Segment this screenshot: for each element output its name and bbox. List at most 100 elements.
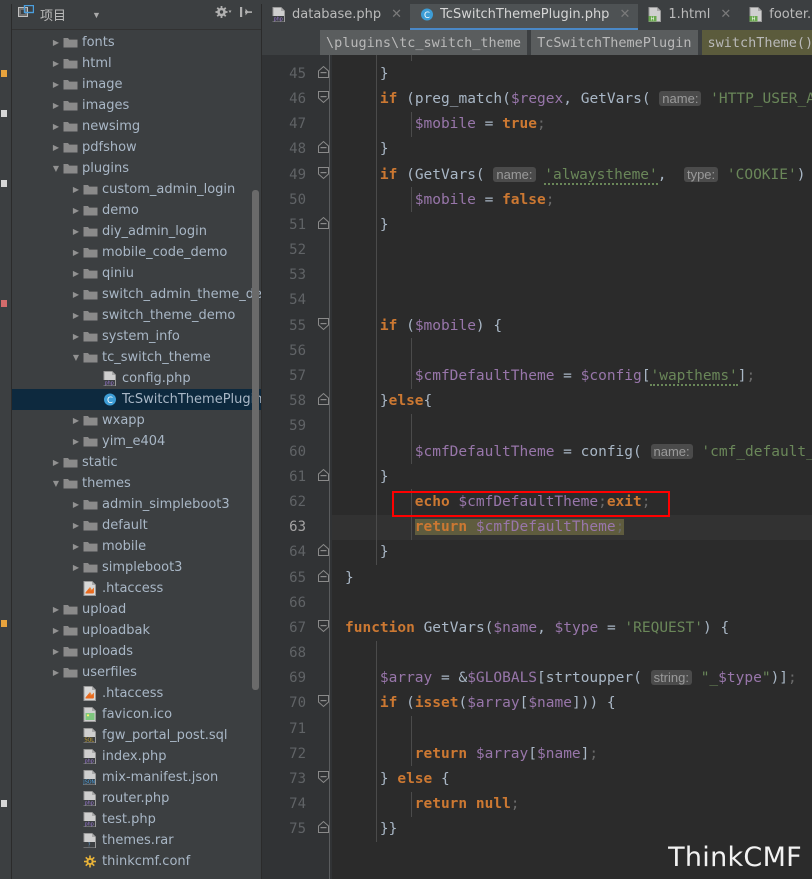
chevron-right-icon[interactable]: ▶	[70, 290, 82, 299]
code-line[interactable]: 53	[262, 262, 812, 288]
tree-item-default[interactable]: ▶ default	[12, 515, 261, 536]
code-line[interactable]: 61}	[262, 464, 812, 490]
tree-item-admin-simpleboot3[interactable]: ▶ admin_simpleboot3	[12, 494, 261, 515]
fold-marker[interactable]	[314, 313, 332, 338]
fold-marker[interactable]	[314, 61, 332, 86]
tree-item-tcswitchthemeplugin-ph[interactable]: C TcSwitchThemePlugin.ph	[12, 389, 261, 410]
code-line[interactable]: 69 $array = &$GLOBALS[strtoupper( string:…	[262, 665, 812, 691]
editor-tabbar[interactable]: php database.php ✕ C TcSwitchThemePlugin.php…	[262, 0, 812, 30]
fold-marker[interactable]	[314, 389, 332, 414]
project-panel-scrollbar[interactable]	[252, 190, 259, 690]
tree-item-static[interactable]: ▶ static	[12, 452, 261, 473]
chevron-right-icon[interactable]: ▶	[70, 542, 82, 551]
tree-item-index-php[interactable]: php index.php	[12, 746, 261, 767]
code-line[interactable]: 68	[262, 640, 812, 666]
tree-item-tc-switch-theme[interactable]: ▼ tc_switch_theme	[12, 347, 261, 368]
tree-item-test-php[interactable]: php test.php	[12, 809, 261, 830]
breadcrumb-item[interactable]: switchTheme()	[701, 30, 812, 55]
code-line[interactable]: 57 $cmfDefaultTheme = $config['wapthems']…	[262, 363, 812, 389]
chevron-down-icon[interactable]: ▼	[70, 353, 82, 362]
tree-item-mobile[interactable]: ▶ mobile	[12, 536, 261, 557]
tree-item-diy-admin-login[interactable]: ▶ diy_admin_login	[12, 221, 261, 242]
tree-item-switch-admin-theme-demo[interactable]: ▶ switch_admin_theme_demo	[12, 284, 261, 305]
chevron-right-icon[interactable]: ▶	[70, 521, 82, 530]
code-line[interactable]: 66	[262, 590, 812, 615]
code-line[interactable]: 62 echo $cmfDefaultTheme;exit;	[262, 489, 812, 515]
tree-item-themes-rar[interactable]: ? themes.rar	[12, 830, 261, 851]
chevron-right-icon[interactable]: ▶	[70, 206, 82, 215]
collapse-all-icon[interactable]	[239, 5, 253, 24]
code-line[interactable]: 54	[262, 287, 812, 314]
fold-marker[interactable]	[314, 565, 332, 590]
code-line[interactable]: 59	[262, 413, 812, 439]
chevron-down-icon[interactable]: ▼	[92, 10, 101, 20]
tree-item-html[interactable]: ▶ html	[12, 53, 261, 74]
tree-item-wxapp[interactable]: ▶ wxapp	[12, 410, 261, 431]
chevron-right-icon[interactable]: ▶	[50, 605, 62, 614]
tree-item-router-php[interactable]: php router.php	[12, 788, 261, 809]
tree-item-uploads[interactable]: ▶ uploads	[12, 641, 261, 662]
code-line[interactable]: 64}	[262, 539, 812, 565]
error-marker-strip[interactable]	[0, 0, 12, 879]
chevron-right-icon[interactable]: ▶	[50, 626, 62, 635]
chevron-right-icon[interactable]: ▶	[50, 647, 62, 656]
code-line[interactable]: 73} else {	[262, 766, 812, 792]
tree-item-uploadbak[interactable]: ▶ uploadbak	[12, 620, 261, 641]
chevron-right-icon[interactable]: ▶	[50, 458, 62, 467]
tree-item-qiniu[interactable]: ▶ qiniu	[12, 263, 261, 284]
tree-item-demo[interactable]: ▶ demo	[12, 200, 261, 221]
chevron-right-icon[interactable]: ▶	[50, 122, 62, 131]
tree-item-simpleboot3[interactable]: ▶ simpleboot3	[12, 557, 261, 578]
code-line[interactable]: 48}	[262, 136, 812, 162]
tree-item-pdfshow[interactable]: ▶ pdfshow	[12, 137, 261, 158]
tree-item-thinkcmf-conf[interactable]: thinkcmf.conf	[12, 851, 261, 872]
chevron-right-icon[interactable]: ▶	[70, 437, 82, 446]
tree-item-userfiles[interactable]: ▶ userfiles	[12, 662, 261, 683]
code-line[interactable]: 51}	[262, 212, 812, 238]
chevron-right-icon[interactable]: ▶	[50, 80, 62, 89]
code-line[interactable]: 52	[262, 237, 812, 263]
fold-marker[interactable]	[314, 817, 332, 842]
chevron-right-icon[interactable]: ▶	[70, 563, 82, 572]
fold-marker[interactable]	[314, 615, 332, 640]
fold-marker[interactable]	[314, 540, 332, 565]
code-line[interactable]: 56	[262, 338, 812, 364]
chevron-right-icon[interactable]: ▶	[70, 227, 82, 236]
code-line[interactable]: 47 $mobile = true;	[262, 111, 812, 137]
chevron-right-icon[interactable]: ▶	[50, 143, 62, 152]
tree-item-system-info[interactable]: ▶ system_info	[12, 326, 261, 347]
fold-marker[interactable]	[314, 766, 332, 791]
code-editor[interactable]: 44 $mobile = true; 45} 46 if (preg_match($re…	[262, 55, 812, 879]
fold-marker[interactable]	[314, 691, 332, 716]
chevron-right-icon[interactable]: ▶	[70, 416, 82, 425]
tree-item-upload[interactable]: ▶ upload	[12, 599, 261, 620]
fold-marker[interactable]	[314, 212, 332, 237]
editor-tab-database-php[interactable]: php database.php ✕	[262, 0, 410, 30]
chevron-right-icon[interactable]: ▶	[70, 311, 82, 320]
code-line[interactable]: 46 if (preg_match($regex, GetVars( name: …	[262, 86, 812, 112]
code-line[interactable]: 65}	[262, 565, 812, 590]
tree-item-mobile-code-demo[interactable]: ▶ mobile_code_demo	[12, 242, 261, 263]
tree-item-custom-admin-login[interactable]: ▶ custom_admin_login	[12, 179, 261, 200]
editor-tab-footer-html[interactable]: Hfooter.html✕	[739, 0, 812, 30]
tree-item-fonts[interactable]: ▶ fonts	[12, 32, 261, 53]
tree-item-yim-e404[interactable]: ▶ yim_e404	[12, 431, 261, 452]
project-tree[interactable]: ▶ fonts ▶ html ▶ image ▶ images ▶ newsimg ▶ pdfshow…	[12, 30, 261, 879]
chevron-right-icon[interactable]: ▶	[50, 59, 62, 68]
fold-marker[interactable]	[314, 162, 332, 187]
chevron-right-icon[interactable]: ▶	[70, 269, 82, 278]
editor-tab-1-html[interactable]: H 1.html ✕	[638, 0, 739, 30]
tree-item-fgw-portal-post-sql[interactable]: SQL fgw_portal_post.sql	[12, 725, 261, 746]
code-line[interactable]: 72 return $array[$name];	[262, 741, 812, 767]
fold-marker[interactable]	[314, 137, 332, 162]
code-line[interactable]: 75}}	[262, 816, 812, 842]
tree-item-config-php[interactable]: php config.php	[12, 368, 261, 389]
code-line[interactable]: 49 if (GetVars( name: 'alwaystheme', type…	[262, 161, 812, 188]
code-line[interactable]: 50 $mobile = false;	[262, 187, 812, 213]
editor-tab-tcswitchthemeplugin-php[interactable]: C TcSwitchThemePlugin.php ✕	[410, 0, 639, 30]
tree-item-newsimg[interactable]: ▶ newsimg	[12, 116, 261, 137]
chevron-right-icon[interactable]: ▶	[70, 248, 82, 257]
close-icon[interactable]: ✕	[391, 7, 402, 22]
tree-item-favicon-ico[interactable]: favicon.ico	[12, 704, 261, 725]
breadcrumb-item[interactable]: \plugins\tc_switch_theme	[320, 30, 528, 55]
